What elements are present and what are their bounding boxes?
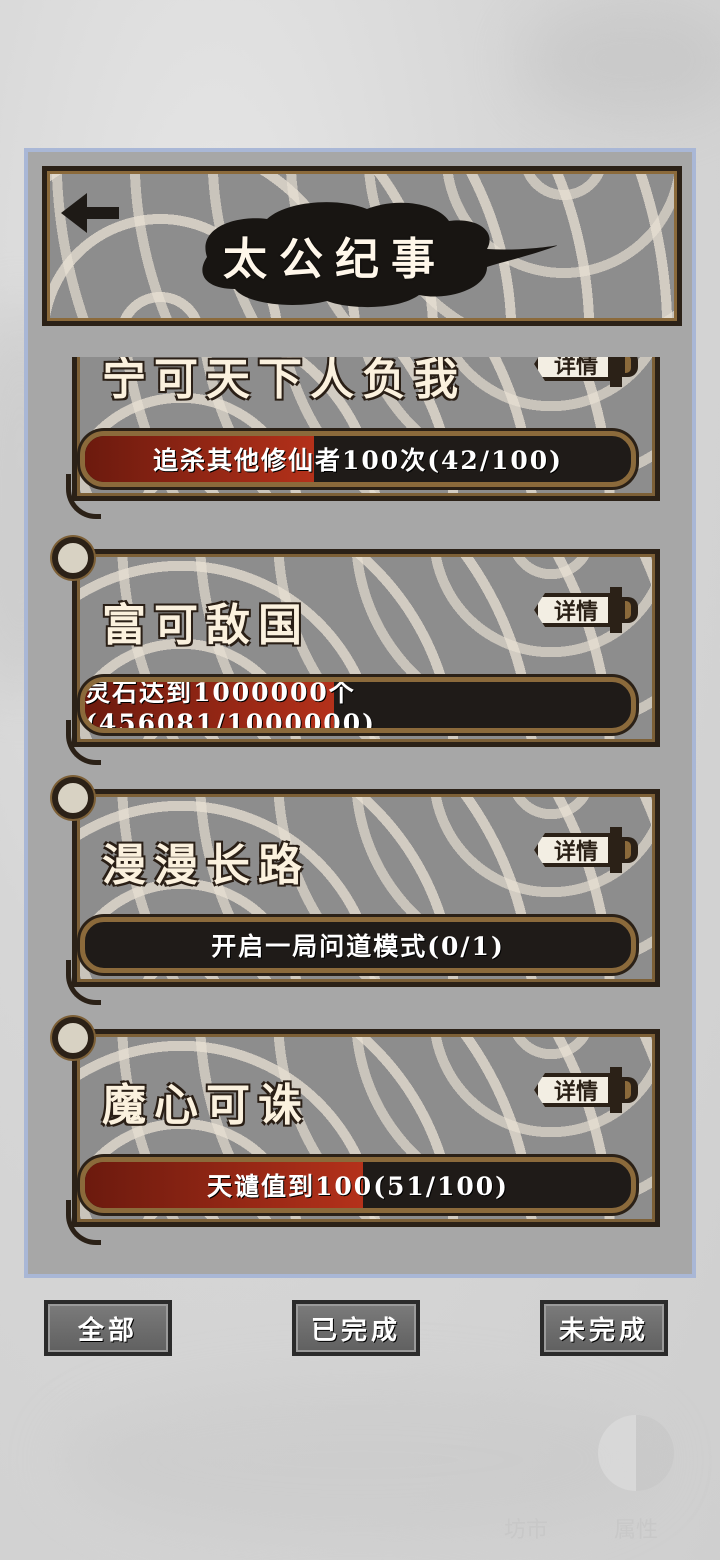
background-ink-smudge: [520, 0, 720, 120]
nav-attributes-label[interactable]: 属性: [614, 1512, 658, 1544]
achievement-card: 漫漫长路 详情 开启一局问道模式(0/1): [52, 777, 662, 1005]
pin-icon: [52, 1017, 94, 1059]
detail-label: 详情: [534, 357, 612, 381]
progress-bar: 天谴值到100(51/100): [80, 1157, 636, 1213]
sword-hilt-icon: [622, 837, 638, 863]
progress-text: 开启一局问道模式(0/1): [211, 932, 505, 961]
achievement-card: 魔心可诛 详情 天谴值到100(51/100): [52, 1017, 662, 1245]
achievement-name: 魔心可诛: [102, 1080, 310, 1131]
page-title: 太公纪事: [223, 234, 447, 285]
sword-hilt-icon: [622, 357, 638, 377]
progress-text: 天谴值到100(51/100): [207, 1172, 509, 1201]
achievement-list[interactable]: 宁可天下人负我 详情 追杀其他修仙者100次(42/100) 富可敌国 详情 灵…: [28, 357, 692, 1277]
filter-all-button[interactable]: 全部: [44, 1300, 172, 1356]
detail-label: 详情: [534, 593, 612, 627]
detail-button[interactable]: 详情: [534, 357, 642, 387]
sword-hilt-icon: [622, 597, 638, 623]
filter-completed-button[interactable]: 已完成: [292, 1300, 420, 1356]
sword-guard-icon: [610, 827, 622, 873]
sword-guard-icon: [610, 1067, 622, 1113]
pin-icon: [52, 537, 94, 579]
back-arrow-shaft: [81, 207, 119, 219]
detail-label: 详情: [534, 833, 612, 867]
progress-bar: 灵石达到1000000个(456081/1000000): [80, 677, 636, 733]
nav-market-label[interactable]: 坊市: [504, 1512, 548, 1544]
achievement-name: 漫漫长路: [102, 840, 310, 891]
filter-incomplete-button[interactable]: 未完成: [540, 1300, 668, 1356]
achievement-card: 富可敌国 详情 灵石达到1000000个(456081/1000000): [52, 537, 662, 765]
progress-bar: 开启一局问道模式(0/1): [80, 917, 636, 973]
achievement-window: 太公纪事 宁可天下人负我 详情 追杀其他修仙者100次(42/100) 富可敌国…: [24, 148, 696, 1278]
achievement-name: 宁可天下人负我: [102, 357, 466, 405]
pin-icon: [52, 777, 94, 819]
progress-text: 灵石达到1000000个(456081/1000000): [85, 677, 376, 733]
sword-hilt-icon: [622, 1077, 638, 1103]
header-panel: 太公纪事: [42, 166, 682, 326]
background-ink-smudge: [60, 1380, 660, 1540]
detail-button[interactable]: 详情: [534, 1067, 642, 1113]
yin-yang-icon[interactable]: [598, 1415, 674, 1491]
detail-button[interactable]: 详情: [534, 587, 642, 633]
back-arrow-icon[interactable]: [61, 191, 121, 235]
achievement-card: 宁可天下人负我 详情 追杀其他修仙者100次(42/100): [66, 357, 662, 519]
progress-bar: 追杀其他修仙者100次(42/100): [80, 431, 636, 487]
sword-guard-icon: [610, 587, 622, 633]
detail-button[interactable]: 详情: [534, 827, 642, 873]
sword-guard-icon: [610, 357, 622, 387]
detail-label: 详情: [534, 1073, 612, 1107]
achievement-name: 富可敌国: [102, 600, 310, 651]
progress-text: 追杀其他修仙者100次(42/100): [153, 446, 563, 475]
